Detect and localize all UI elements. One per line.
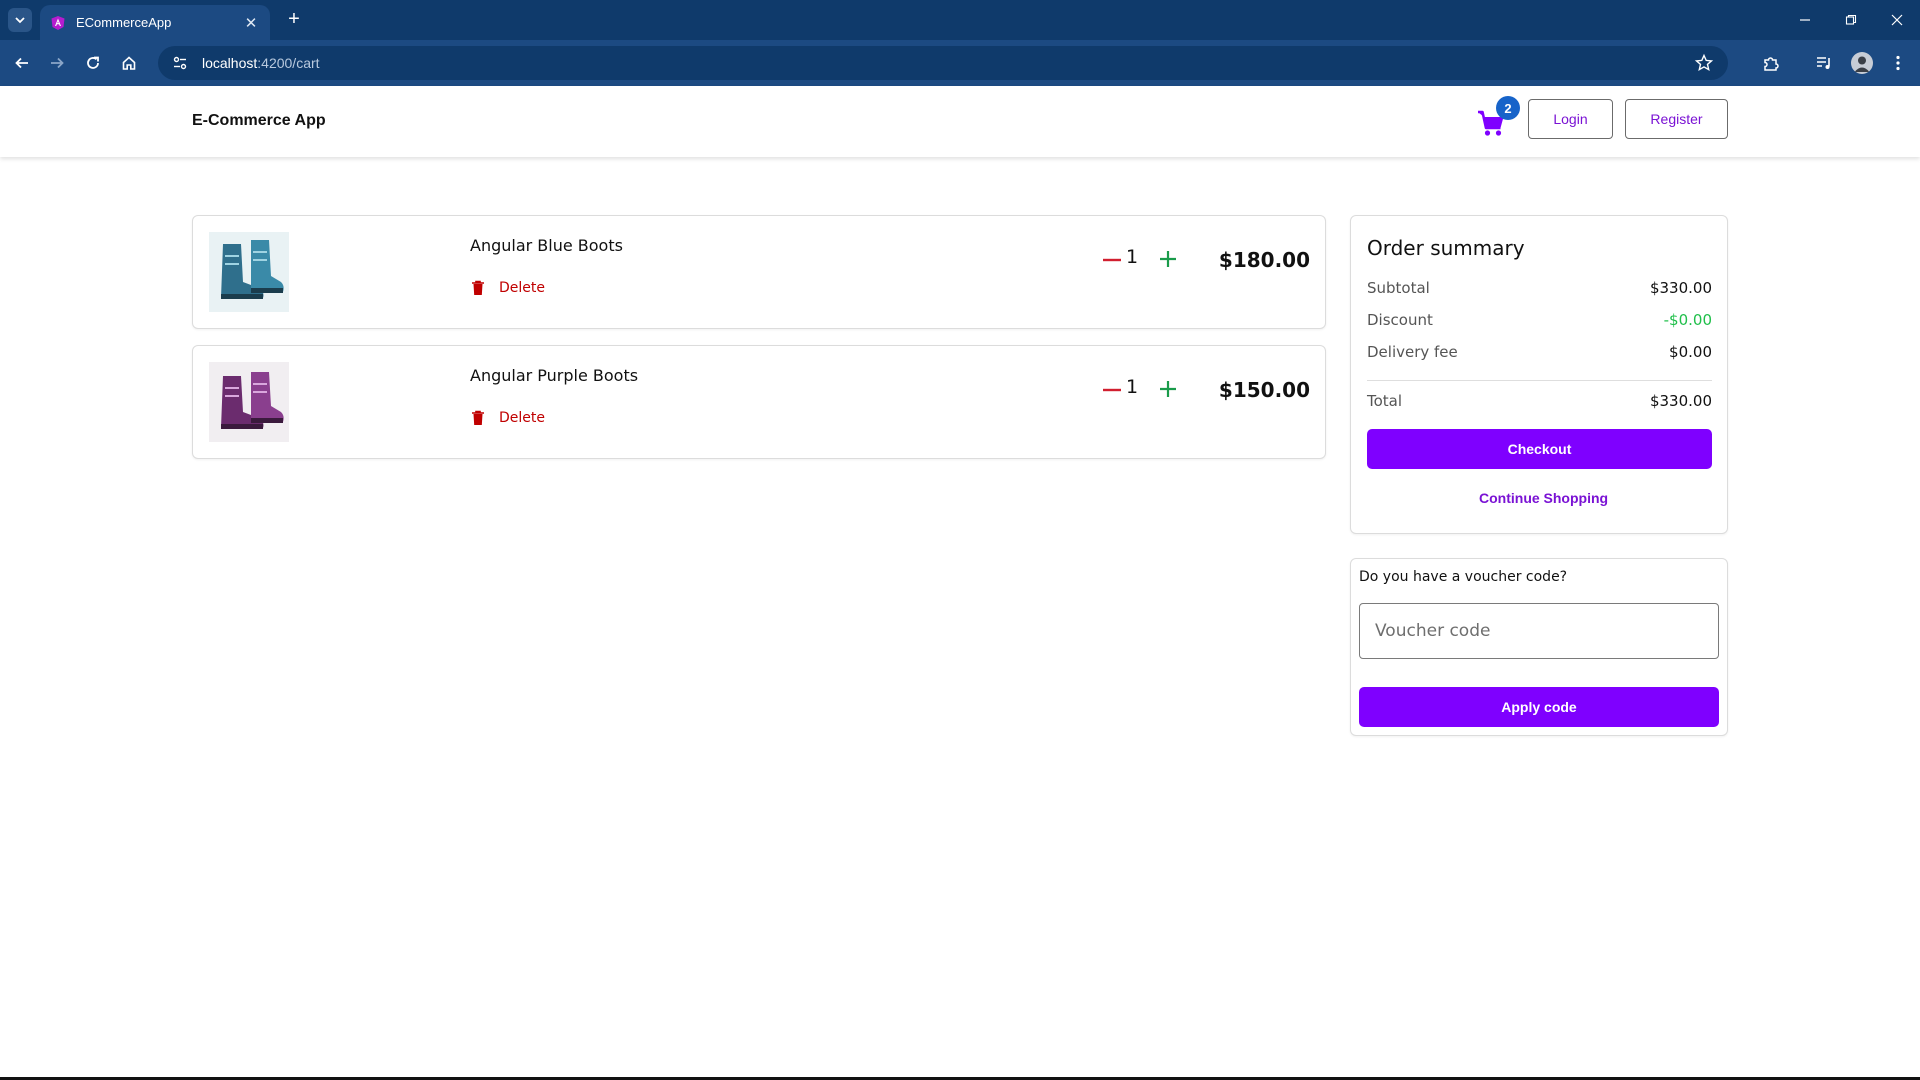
delivery-row: Delivery fee $0.00: [1367, 343, 1712, 361]
total-label: Total: [1367, 392, 1403, 410]
order-summary-card: Order summary Subtotal $330.00 Discount …: [1350, 215, 1728, 534]
voucher-code-input[interactable]: [1359, 603, 1719, 659]
continue-shopping-link[interactable]: Continue Shopping: [1479, 490, 1608, 506]
url-path: :4200/cart: [257, 55, 320, 71]
total-value: $330.00: [1649, 392, 1712, 410]
boot-image-icon: [209, 362, 289, 442]
delivery-label: Delivery fee: [1367, 343, 1458, 361]
apply-code-button[interactable]: Apply code: [1359, 687, 1719, 727]
profile-icon: [1854, 56, 1870, 72]
discount-label: Discount: [1367, 311, 1433, 329]
browser-menu-button[interactable]: [1887, 52, 1909, 74]
summary-divider: [1367, 380, 1712, 381]
cart-count-badge: 2: [1496, 96, 1520, 120]
boot-image-icon: [209, 232, 289, 312]
browser-toolbar: localhost:4200/cart: [0, 40, 1920, 86]
trash-icon: [472, 280, 484, 295]
tab-title: ECommerceApp: [76, 15, 172, 30]
trash-icon: [472, 410, 484, 425]
restore-icon: [1845, 14, 1857, 25]
delete-item-button[interactable]: Delete: [471, 410, 545, 426]
profile-avatar[interactable]: [1851, 52, 1873, 74]
subtotal-row: Subtotal $330.00: [1367, 279, 1712, 297]
back-button[interactable]: [9, 50, 35, 76]
url-host: localhost: [202, 55, 258, 71]
more-vert-icon: [1896, 55, 1900, 71]
plus-icon[interactable]: [1159, 250, 1177, 268]
extensions-button[interactable]: [1760, 52, 1782, 74]
minus-icon[interactable]: [1103, 388, 1121, 392]
product-image[interactable]: [209, 232, 289, 312]
total-row: Total $330.00: [1367, 392, 1712, 410]
tab-search-button[interactable]: [8, 8, 32, 32]
home-icon: [122, 56, 136, 70]
reload-icon: [87, 56, 99, 69]
restore-button[interactable]: [1828, 0, 1874, 40]
minimize-button[interactable]: [1782, 0, 1828, 40]
angular-favicon-icon: [51, 15, 65, 30]
quantity-value: 1: [1126, 246, 1139, 268]
browser-tab-active[interactable]: ECommerceApp ✕: [40, 5, 270, 40]
discount-row: Discount -$0.00: [1367, 311, 1712, 329]
product-image[interactable]: [209, 362, 289, 442]
checkout-button[interactable]: Checkout: [1367, 429, 1712, 469]
cart-item-card: Angular Purple Boots Delete 1 $150.00: [192, 345, 1326, 459]
arrow-right-icon: [51, 57, 64, 69]
media-controls-button[interactable]: [1813, 52, 1835, 74]
delete-label: Delete: [499, 280, 545, 296]
queue-music-icon: [1817, 57, 1830, 69]
chevron-down-icon: [15, 17, 25, 24]
app-header: E-Commerce App 2 Login Register: [0, 86, 1920, 157]
register-button[interactable]: Register: [1625, 99, 1728, 139]
minimize-icon: [1800, 19, 1810, 21]
quantity-value: 1: [1126, 376, 1139, 398]
plus-icon[interactable]: [1159, 380, 1177, 398]
item-price: $180.00: [1218, 248, 1310, 272]
site-settings-icon[interactable]: [170, 53, 190, 73]
arrow-left-icon: [15, 57, 28, 69]
subtotal-value: $330.00: [1649, 279, 1712, 297]
reload-button[interactable]: [80, 50, 106, 76]
address-bar[interactable]: localhost:4200/cart: [158, 46, 1728, 80]
delete-label: Delete: [499, 410, 545, 426]
browser-tab-bar: ECommerceApp ✕ +: [0, 0, 1920, 40]
tab-close-icon[interactable]: ✕: [242, 14, 260, 32]
voucher-question: Do you have a voucher code?: [1359, 569, 1568, 585]
bookmark-star-icon[interactable]: [1694, 53, 1714, 73]
discount-value: -$0.00: [1663, 311, 1712, 329]
minus-icon[interactable]: [1103, 258, 1121, 262]
delete-item-button[interactable]: Delete: [471, 280, 545, 296]
product-name: Angular Purple Boots: [470, 366, 639, 385]
close-icon: [1891, 14, 1903, 26]
summary-title: Order summary: [1367, 236, 1525, 260]
close-window-button[interactable]: [1874, 0, 1920, 40]
brand-title[interactable]: E-Commerce App: [192, 112, 326, 130]
item-price: $150.00: [1218, 378, 1310, 402]
cart-item-card: Angular Blue Boots Delete 1 $180.00: [192, 215, 1326, 329]
subtotal-label: Subtotal: [1367, 279, 1430, 297]
voucher-card: Do you have a voucher code? Apply code: [1350, 558, 1728, 736]
puzzle-icon: [1764, 57, 1779, 71]
home-button[interactable]: [116, 50, 142, 76]
product-name: Angular Blue Boots: [470, 236, 623, 255]
login-button[interactable]: Login: [1528, 99, 1613, 139]
forward-button[interactable]: [44, 50, 70, 76]
new-tab-button[interactable]: +: [282, 8, 306, 32]
delivery-value: $0.00: [1669, 343, 1712, 361]
